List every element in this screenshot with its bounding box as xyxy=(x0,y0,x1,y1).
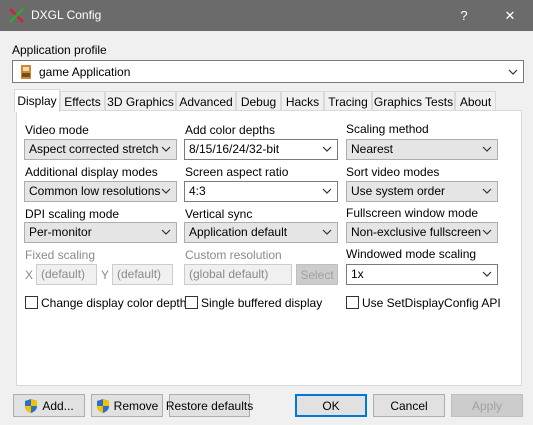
close-button[interactable]: ✕ xyxy=(487,0,533,31)
tab-tracing[interactable]: Tracing xyxy=(324,91,372,111)
chevron-down-icon xyxy=(322,229,332,235)
change-color-depth-label: Change display color depth xyxy=(41,296,187,310)
sort-modes-label: Sort video modes xyxy=(346,165,440,179)
scaling-method-label: Scaling method xyxy=(346,122,429,136)
chevron-down-icon xyxy=(482,271,492,277)
dxgl-logo-icon xyxy=(8,7,25,24)
setdisplayconfig-label: Use SetDisplayConfig API xyxy=(362,296,501,310)
dpi-scaling-label: DPI scaling mode xyxy=(25,207,120,221)
fixed-scaling-label: Fixed scaling xyxy=(25,248,96,262)
shield-icon xyxy=(25,398,38,413)
scaling-method-value: Nearest xyxy=(351,142,394,156)
fullscreen-mode-dropdown[interactable]: Non-exclusive fullscreen xyxy=(346,222,498,243)
video-mode-dropdown[interactable]: Aspect corrected stretch xyxy=(24,139,177,160)
tab-effects[interactable]: Effects xyxy=(60,91,105,111)
window-title: DXGL Config xyxy=(31,8,102,22)
tab-display[interactable]: Display xyxy=(14,89,60,112)
tab-advanced[interactable]: Advanced xyxy=(176,91,236,111)
chevron-down-icon xyxy=(322,188,332,194)
select-resolution-button[interactable]: Select xyxy=(296,264,338,285)
color-depths-value: 8/15/16/24/32-bit xyxy=(189,142,280,156)
fixed-scaling-x-label: X xyxy=(25,268,34,282)
single-buffered-label: Single buffered display xyxy=(201,296,323,310)
chevron-down-icon xyxy=(482,146,492,152)
custom-resolution-input[interactable]: (global default) xyxy=(184,264,292,285)
fullscreen-mode-value: Non-exclusive fullscreen xyxy=(351,225,482,239)
vsync-value: Application default xyxy=(189,225,288,239)
chevron-down-icon xyxy=(161,229,171,235)
additional-modes-value: Common low resolutions xyxy=(29,184,161,198)
profile-value: game Application xyxy=(39,65,131,79)
profile-dropdown[interactable]: game Application xyxy=(12,60,524,83)
chevron-down-icon xyxy=(482,188,492,194)
video-mode-label: Video mode xyxy=(25,123,89,137)
fullscreen-mode-label: Fullscreen window mode xyxy=(346,206,479,220)
tab-about[interactable]: About xyxy=(455,91,496,111)
cancel-button[interactable]: Cancel xyxy=(373,394,445,417)
ok-button[interactable]: OK xyxy=(295,394,367,417)
add-profile-button[interactable]: Add... xyxy=(13,394,85,417)
chevron-down-icon xyxy=(161,146,171,152)
sort-modes-value: Use system order xyxy=(351,184,446,198)
remove-profile-label: Remove xyxy=(113,398,159,413)
fixed-scaling-y-input[interactable]: (default) xyxy=(112,264,173,285)
vsync-dropdown[interactable]: Application default xyxy=(184,222,338,243)
fixed-scaling-x-input[interactable]: (default) xyxy=(36,264,97,285)
tab-3d-graphics[interactable]: 3D Graphics xyxy=(105,91,176,111)
sort-modes-dropdown[interactable]: Use system order xyxy=(346,181,498,202)
aspect-ratio-value: 4:3 xyxy=(189,184,206,198)
change-color-depth-checkbox[interactable] xyxy=(25,296,38,309)
windowed-scaling-value: 1x xyxy=(351,267,364,281)
aspect-ratio-dropdown[interactable]: 4:3 xyxy=(184,181,338,202)
single-buffered-checkbox[interactable] xyxy=(185,296,198,309)
additional-modes-label: Additional display modes xyxy=(25,165,158,179)
dpi-scaling-value: Per-monitor xyxy=(29,225,92,239)
tab-hacks[interactable]: Hacks xyxy=(281,91,324,111)
shield-icon xyxy=(96,398,109,413)
windowed-scaling-dropdown[interactable]: 1x xyxy=(346,264,498,285)
color-depths-dropdown[interactable]: 8/15/16/24/32-bit xyxy=(184,139,338,160)
restore-defaults-button[interactable]: Restore defaults xyxy=(166,394,253,417)
profile-label: Application profile xyxy=(12,43,107,57)
color-depths-label: Add color depths xyxy=(185,123,276,137)
remove-profile-button[interactable]: Remove xyxy=(91,394,163,417)
vsync-label: Vertical sync xyxy=(185,207,253,221)
help-button[interactable]: ? xyxy=(441,0,487,31)
tab-debug[interactable]: Debug xyxy=(236,91,281,111)
chevron-down-icon xyxy=(482,229,492,235)
apply-button[interactable]: Apply xyxy=(451,394,523,417)
title-bar[interactable]: DXGL Config ? ✕ xyxy=(0,0,533,31)
windowed-scaling-label: Windowed mode scaling xyxy=(346,247,477,261)
scaling-method-dropdown[interactable]: Nearest xyxy=(346,139,498,160)
chevron-down-icon xyxy=(508,69,518,75)
add-profile-label: Add... xyxy=(42,398,74,413)
fixed-scaling-y-label: Y xyxy=(101,268,110,282)
setdisplayconfig-checkbox[interactable] xyxy=(346,296,359,309)
custom-resolution-label: Custom resolution xyxy=(185,248,282,262)
chevron-down-icon xyxy=(322,146,332,152)
video-mode-value: Aspect corrected stretch xyxy=(29,142,159,156)
additional-modes-dropdown[interactable]: Common low resolutions xyxy=(24,181,177,202)
chevron-down-icon xyxy=(161,188,171,194)
tab-graphics-tests[interactable]: Graphics Tests xyxy=(372,91,455,111)
dpi-scaling-dropdown[interactable]: Per-monitor xyxy=(24,222,177,243)
aspect-ratio-label: Screen aspect ratio xyxy=(185,165,289,179)
app-icon xyxy=(21,65,31,79)
